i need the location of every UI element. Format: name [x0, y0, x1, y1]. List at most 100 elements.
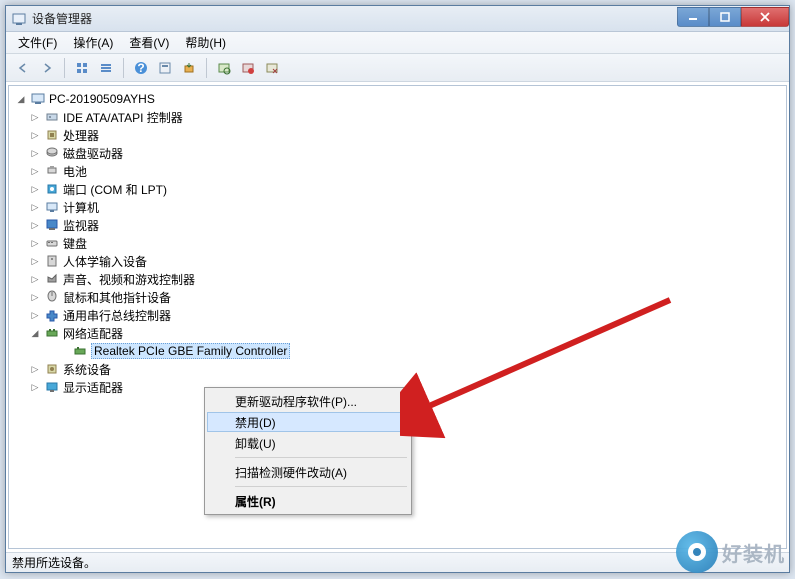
category-icon [44, 307, 60, 323]
category-icon [44, 325, 60, 341]
scan-button[interactable] [213, 57, 235, 79]
category-label: 网络适配器 [63, 325, 123, 342]
forward-button[interactable] [36, 57, 58, 79]
window-title: 设备管理器 [32, 10, 677, 27]
category-label: 磁盘驱动器 [63, 145, 123, 162]
expand-icon[interactable]: ▷ [29, 363, 41, 375]
tree-category[interactable]: ▷ 监视器 [15, 216, 786, 234]
category-label: 显示适配器 [63, 379, 123, 396]
view-list-button[interactable] [95, 57, 117, 79]
close-button[interactable] [741, 7, 789, 27]
expand-icon[interactable]: ▷ [29, 255, 41, 267]
expand-icon[interactable]: ▷ [29, 183, 41, 195]
expand-icon[interactable]: ▷ [29, 219, 41, 231]
menu-help[interactable]: 帮助(H) [179, 32, 232, 53]
expand-icon[interactable]: ▷ [29, 381, 41, 393]
category-icon [44, 361, 60, 377]
expand-icon[interactable]: ▷ [29, 129, 41, 141]
network-adapter-icon [72, 343, 88, 359]
category-label: 电池 [63, 163, 87, 180]
titlebar[interactable]: 设备管理器 [6, 6, 789, 32]
tree-category[interactable]: ▷ 磁盘驱动器 [15, 144, 786, 162]
ctx-properties[interactable]: 属性(R) [207, 490, 409, 512]
category-icon [44, 217, 60, 233]
category-label: 监视器 [63, 217, 99, 234]
category-icon [44, 199, 60, 215]
uninstall-button[interactable] [261, 57, 283, 79]
separator [123, 58, 124, 78]
category-label: 处理器 [63, 127, 99, 144]
category-icon [44, 127, 60, 143]
tree-category[interactable]: ◢ 网络适配器 [15, 324, 786, 342]
category-label: 键盘 [63, 235, 87, 252]
watermark-icon [676, 531, 718, 573]
category-icon [44, 235, 60, 251]
category-icon [44, 145, 60, 161]
category-icon [44, 181, 60, 197]
ctx-update-driver[interactable]: 更新驱动程序软件(P)... [207, 390, 409, 412]
tree-category[interactable]: ▷ 人体学输入设备 [15, 252, 786, 270]
expand-icon[interactable]: ▷ [29, 309, 41, 321]
properties-button[interactable] [154, 57, 176, 79]
tree-category[interactable]: ▷ 键盘 [15, 234, 786, 252]
category-label: 人体学输入设备 [63, 253, 147, 270]
category-label: 鼠标和其他指针设备 [63, 289, 171, 306]
expand-icon[interactable]: ▷ [29, 237, 41, 249]
category-label: 系统设备 [63, 361, 111, 378]
update-button[interactable] [178, 57, 200, 79]
computer-icon [30, 91, 46, 107]
help-button[interactable]: ? [130, 57, 152, 79]
ctx-disable[interactable]: 禁用(D) [207, 412, 409, 432]
separator [235, 486, 407, 487]
context-menu: 更新驱动程序软件(P)... 禁用(D) 卸载(U) 扫描检测硬件改动(A) 属… [204, 387, 412, 515]
category-label: 计算机 [63, 199, 99, 216]
category-label: 通用串行总线控制器 [63, 307, 171, 324]
ctx-scan[interactable]: 扫描检测硬件改动(A) [207, 461, 409, 483]
tree-device[interactable]: Realtek PCIe GBE Family Controller [15, 342, 786, 360]
tree-category[interactable]: ▷ 通用串行总线控制器 [15, 306, 786, 324]
disable-button[interactable] [237, 57, 259, 79]
device-label: Realtek PCIe GBE Family Controller [91, 343, 290, 359]
separator [206, 58, 207, 78]
watermark-text: 好装机 [722, 538, 785, 567]
tree-category[interactable]: ▷ 电池 [15, 162, 786, 180]
expand-icon[interactable]: ▷ [29, 273, 41, 285]
tree-category[interactable]: ▷ 端口 (COM 和 LPT) [15, 180, 786, 198]
collapse-icon[interactable]: ◢ [29, 327, 41, 339]
category-label: 声音、视频和游戏控制器 [63, 271, 195, 288]
back-button[interactable] [12, 57, 34, 79]
tree-category[interactable]: ▷ 计算机 [15, 198, 786, 216]
root-label: PC-20190509AYHS [49, 92, 155, 106]
tree-category[interactable]: ▷ 系统设备 [15, 360, 786, 378]
tree-category[interactable]: ▷ 鼠标和其他指针设备 [15, 288, 786, 306]
tree-category[interactable]: ▷ 处理器 [15, 126, 786, 144]
maximize-button[interactable] [709, 7, 741, 27]
view-icons-button[interactable] [71, 57, 93, 79]
window-controls [677, 10, 789, 27]
collapse-icon[interactable]: ◢ [15, 93, 27, 105]
expand-icon[interactable]: ▷ [29, 111, 41, 123]
toolbar: ? [6, 54, 789, 82]
tree-category[interactable]: ▷IDE ATA/ATAPI 控制器 [15, 108, 786, 126]
expand-icon[interactable]: ▷ [29, 201, 41, 213]
minimize-button[interactable] [677, 7, 709, 27]
expand-icon[interactable]: ▷ [29, 147, 41, 159]
expand-icon[interactable]: ▷ [29, 165, 41, 177]
expand-icon[interactable]: ▷ [29, 291, 41, 303]
statusbar: 禁用所选设备。 [6, 552, 789, 572]
tree-root[interactable]: ◢ PC-20190509AYHS [15, 90, 786, 108]
category-icon [44, 379, 60, 395]
category-icon [44, 163, 60, 179]
menu-view[interactable]: 查看(V) [123, 32, 175, 53]
watermark: 好装机 [676, 531, 785, 573]
device-manager-window: 设备管理器 文件(F) 操作(A) 查看(V) 帮助(H) ? ◢ [5, 5, 790, 573]
menubar: 文件(F) 操作(A) 查看(V) 帮助(H) [6, 32, 789, 54]
tree-category[interactable]: ▷ 声音、视频和游戏控制器 [15, 270, 786, 288]
svg-text:?: ? [137, 61, 144, 75]
menu-file[interactable]: 文件(F) [12, 32, 63, 53]
category-icon [44, 109, 60, 125]
ctx-uninstall[interactable]: 卸载(U) [207, 432, 409, 454]
category-icon [44, 253, 60, 269]
category-label: 端口 (COM 和 LPT) [63, 181, 167, 198]
menu-action[interactable]: 操作(A) [67, 32, 119, 53]
